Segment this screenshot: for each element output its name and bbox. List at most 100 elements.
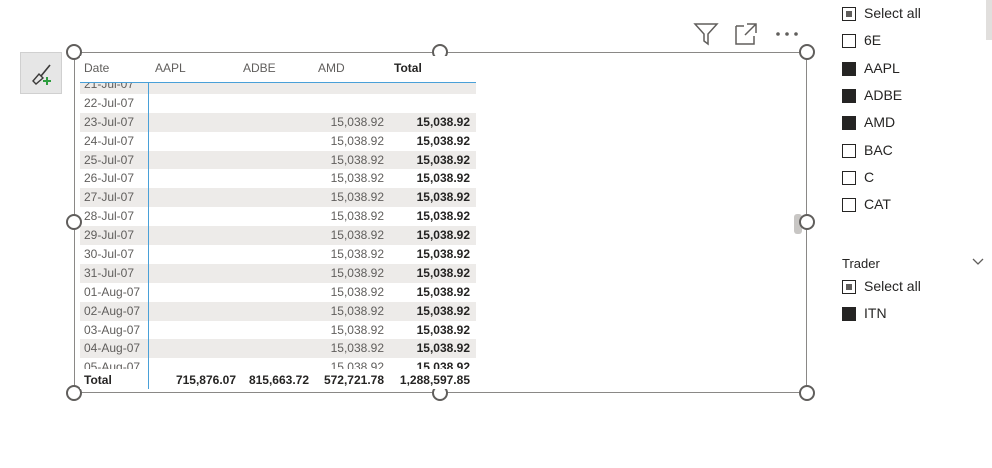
slicer-item-label: CAT [864,196,891,213]
cell-total: 15,038.92 [416,171,470,186]
column-divider [148,82,149,389]
cell-amd: 15,038.92 [330,341,384,356]
slicer-item[interactable]: ITN [840,304,980,326]
header-date[interactable]: Date [84,61,109,75]
cell-amd: 15,038.92 [330,209,384,224]
table-row[interactable]: 27-Jul-07 15,038.92 15,038.92 [80,188,476,208]
header-adbe[interactable]: ADBE [243,61,276,75]
cell-total: 15,038.92 [416,341,470,356]
focus-mode-icon[interactable] [732,20,760,48]
cell-total: 15,038.92 [416,114,470,129]
cell-date: 28-Jul-07 [84,209,135,224]
cell-amd: 15,038.92 [330,303,384,318]
cell-amd: 15,038.92 [330,228,384,243]
chevron-down-icon[interactable] [972,256,984,266]
checkbox[interactable] [842,143,856,158]
table-row[interactable]: 02-Aug-07 15,038.92 15,038.92 [80,301,476,321]
header-aapl[interactable]: AAPL [155,61,186,75]
slicer-item-label: AMD [864,114,896,131]
slicer-item-label: AAPL [864,59,900,76]
cell-date: 01-Aug-07 [84,284,141,299]
slicer-item[interactable]: Select all [840,277,980,299]
slicer-item-label: ITN [864,305,887,321]
resize-handle-left[interactable] [66,214,82,230]
table-row[interactable]: 01-Aug-07 15,038.92 15,038.92 [80,283,476,302]
checkbox[interactable] [842,61,856,76]
table-row[interactable]: 03-Aug-07 15,038.92 15,038.92 [80,321,476,340]
table-row[interactable]: 28-Jul-07 15,038.92 15,038.92 [80,207,476,226]
footer-adbe: 815,663.72 [248,373,309,387]
checkbox[interactable] [842,88,856,103]
slicer-item[interactable]: CAT [840,195,980,217]
cell-total: 15,038.92 [416,228,470,243]
table-row[interactable]: 25-Jul-07 15,038.92 15,038.92 [80,150,476,170]
slicer-item-label: 6E [864,32,882,49]
table-row[interactable]: 24-Jul-07 15,038.92 15,038.92 [80,132,476,151]
slicer-item[interactable]: AMD [840,113,980,135]
slicer-item-label: Select all [864,5,921,21]
checkbox[interactable] [842,7,856,21]
checkbox[interactable] [842,307,856,321]
cell-total: 15,038.92 [416,284,470,299]
checkbox[interactable] [842,170,856,185]
checkbox[interactable] [842,198,856,213]
table-row[interactable]: 23-Jul-07 15,038.92 15,038.92 [80,112,476,132]
table-row[interactable]: 22-Jul-07 [80,94,476,113]
cell-date: 27-Jul-07 [84,190,135,205]
slicer-item[interactable]: BAC [840,141,980,163]
cell-total: 15,038.92 [416,152,470,167]
table-row[interactable]: 31-Jul-07 15,038.92 15,038.92 [80,263,476,283]
cell-amd: 15,038.92 [330,133,384,148]
slicer-item[interactable]: AAPL [840,59,980,81]
filter-icon[interactable] [692,20,720,48]
cell-amd: 15,038.92 [330,265,384,280]
scrollbar[interactable] [986,0,992,40]
cell-amd: 15,038.92 [330,152,384,167]
cell-amd: 15,038.92 [330,190,384,205]
checkbox[interactable] [842,280,856,294]
slicer-item[interactable]: 6E [840,31,980,53]
cell-date: 04-Aug-07 [84,341,141,356]
checkbox[interactable] [842,34,856,49]
slicer-item[interactable]: Select all [840,4,980,26]
cell-date: 02-Aug-07 [84,303,141,318]
cell-date: 30-Jul-07 [84,247,135,262]
cell-total: 15,038.92 [416,265,470,280]
cell-total: 15,038.92 [416,133,470,148]
resize-handle-bottom-right[interactable] [799,385,815,401]
slicer-item-label: BAC [864,141,893,158]
symbol-slicer: Select all 6E AAPL ADBE AMD BAC C CAT [840,4,980,224]
resize-handle-right[interactable] [799,214,815,230]
header-amd[interactable]: AMD [318,61,345,75]
format-painter-button[interactable] [20,52,62,94]
cell-date: 25-Jul-07 [84,152,135,167]
table-header: Date AAPL ADBE AMD Total [80,56,476,83]
cell-amd: 15,038.92 [330,171,384,186]
more-options-icon[interactable] [773,20,801,48]
cell-amd: 15,038.92 [330,114,384,129]
cell-total: 15,038.92 [416,303,470,318]
format-painter-icon [32,64,51,85]
slicer-item-label: Select all [864,278,921,294]
resize-handle-top-right[interactable] [799,44,815,60]
table-row[interactable]: 30-Jul-07 15,038.92 15,038.92 [80,245,476,264]
table-row[interactable]: 04-Aug-07 15,038.92 15,038.92 [80,339,476,359]
table-footer: Total 715,876.07 815,663.72 572,721.78 1… [80,369,476,389]
cell-date: 29-Jul-07 [84,228,135,243]
footer-amd: 572,721.78 [323,373,384,387]
cell-date: 31-Jul-07 [84,265,135,280]
checkbox[interactable] [842,116,856,131]
cell-date: 24-Jul-07 [84,133,135,148]
cell-total: 15,038.92 [416,190,470,205]
cell-date: 26-Jul-07 [84,171,135,186]
slicer-item[interactable]: ADBE [840,86,980,108]
cell-amd: 15,038.92 [330,322,384,337]
table-visual[interactable]: Date AAPL ADBE AMD Total 21-Jul-07 22-Jul… [80,56,476,389]
table-row[interactable]: 29-Jul-07 15,038.92 15,038.92 [80,226,476,246]
table-body: 21-Jul-07 22-Jul-07 23-Jul-07 15,038.92 15,0… [80,75,476,377]
slicer-item[interactable]: C [840,168,980,190]
cell-amd: 15,038.92 [330,284,384,299]
trader-slicer: Select all ITN [840,277,980,327]
header-total[interactable]: Total [394,61,422,75]
table-row[interactable]: 26-Jul-07 15,038.92 15,038.92 [80,169,476,188]
